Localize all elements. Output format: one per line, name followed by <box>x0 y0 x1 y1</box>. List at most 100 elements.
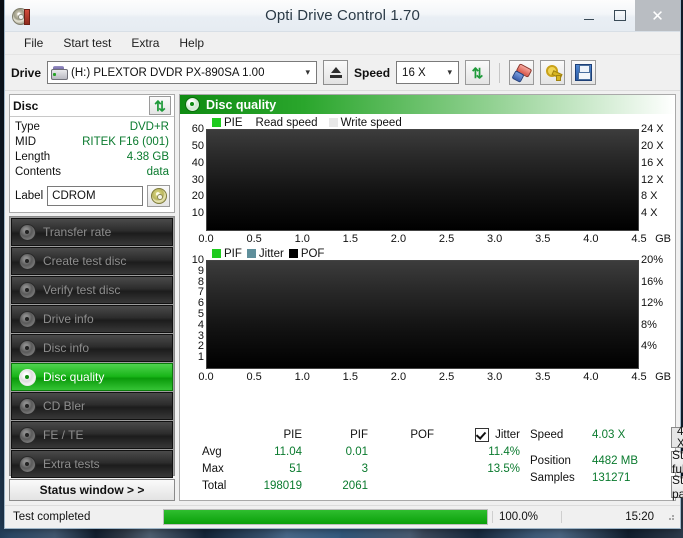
legend-swatch-icon <box>288 249 298 258</box>
disc-row-key: Length <box>15 151 51 163</box>
test-info-samples-label: Samples <box>530 471 575 484</box>
sidebar-item-label: Extra tests <box>43 457 100 471</box>
test-info-speed-label: Speed <box>530 428 564 441</box>
axis-tick-label: 8 <box>197 275 204 288</box>
resize-grip[interactable] <box>666 512 676 522</box>
menu-item-extra[interactable]: Extra <box>122 33 168 53</box>
axis-tick-label: 16% <box>641 275 664 288</box>
menu-item-start-test[interactable]: Start test <box>54 33 120 53</box>
status-message: Test completed <box>13 511 91 523</box>
test-speed-select-value: 4 X <box>677 425 683 450</box>
stats-cell-pie: 11.04 <box>274 445 302 458</box>
test-info-speed-value: 4.03 X <box>592 428 626 441</box>
disc-row-value: RITEK F16 (001) <box>82 136 169 148</box>
legend-label: Jitter <box>258 247 284 260</box>
sidebar-item-verify-test-disc[interactable]: Verify test disc <box>11 276 173 304</box>
axis-tick-label: 1.5 <box>342 371 358 383</box>
axis-tick-label: 3 <box>197 329 204 342</box>
axis-tick-label: 50 <box>191 139 204 152</box>
eraser-icon <box>511 63 533 83</box>
stats-cell-jitter: 11.4% <box>488 445 520 458</box>
test-speed-select[interactable]: 4 X ▾ <box>671 425 683 450</box>
axis-tick-label: 30 <box>191 173 204 186</box>
axis-tick-label: 20% <box>641 254 664 266</box>
disc-row-value: DVD+R <box>129 121 169 133</box>
erase-button[interactable] <box>509 60 535 85</box>
maximize-button[interactable] <box>604 0 635 31</box>
axis-tick-label: 3.0 <box>487 233 503 245</box>
cd-icon <box>150 188 167 204</box>
disc-row-key: MID <box>15 136 37 148</box>
sidebar-item-extra-tests[interactable]: Extra tests <box>11 450 173 478</box>
sidebar-item-label: Drive info <box>43 312 94 326</box>
table-row: Avg 11.04 0.01 11.4% <box>184 443 524 460</box>
drive-select-value: (H:) PLEXTOR DVDR PX-890SA 1.00 <box>71 66 265 79</box>
drive-toolbar: Drive (H:) PLEXTOR DVDR PX-890SA 1.00 ▾ … <box>5 55 680 91</box>
stats-cell-pif: 0.01 <box>345 445 368 458</box>
drive-select[interactable]: (H:) PLEXTOR DVDR PX-890SA 1.00 ▾ <box>47 61 318 84</box>
chart-top-plot <box>206 129 639 231</box>
stats-cell-jitter: 13.5% <box>487 462 520 475</box>
disc-icon <box>19 455 36 473</box>
start-full-button[interactable]: Start full <box>671 448 683 476</box>
legend-item-read-speed: Read speed <box>256 117 318 129</box>
legend-swatch-icon <box>328 118 338 127</box>
disc-label-caption: Label <box>15 190 44 202</box>
stats-row-label: Avg <box>202 445 222 458</box>
disc-refresh-button[interactable]: ⇅ <box>149 96 171 115</box>
sidebar-item-label: Disc quality <box>43 370 105 384</box>
axis-tick-label: 0.5 <box>246 233 262 245</box>
sidebar-item-transfer-rate[interactable]: Transfer rate <box>11 218 173 246</box>
speed-select-value: 16 X <box>402 66 426 79</box>
disc-row-type: Type DVD+R <box>15 120 169 135</box>
disc-quality-icon <box>185 97 200 112</box>
minimize-button[interactable] <box>573 0 604 31</box>
save-icon <box>575 64 593 81</box>
chart-bottom-y-axis: 1 2 3 4 5 6 7 8 9 10 <box>182 254 206 385</box>
eject-button[interactable] <box>323 60 349 85</box>
optical-drive-icon <box>51 65 69 80</box>
disc-label-input[interactable]: CDROM <box>47 186 143 206</box>
key-button[interactable] <box>540 60 566 85</box>
axis-tick-label: 60 <box>191 123 204 135</box>
menu-item-file[interactable]: File <box>15 33 52 53</box>
legend-label: PIE <box>224 116 243 129</box>
disc-row-key: Type <box>15 121 40 133</box>
save-button[interactable] <box>571 60 597 85</box>
menu-item-help[interactable]: Help <box>170 33 213 53</box>
status-window-button[interactable]: Status window > > <box>9 479 175 501</box>
sidebar-item-drive-info[interactable]: Drive info <box>11 305 173 333</box>
sidebar-item-label: Create test disc <box>43 254 127 268</box>
key-icon <box>544 65 563 81</box>
axis-tick-label: 40 <box>191 156 204 169</box>
disc-icon <box>19 426 36 444</box>
chart-top-right-axis: 4 X 8 X 12 X 16 X 20 X 24 X <box>639 123 673 247</box>
start-part-button[interactable]: Start part <box>671 473 683 501</box>
sidebar-item-cd-bler[interactable]: CD Bler <box>11 392 173 420</box>
stats-cell-pif: 3 <box>361 462 368 475</box>
legend-swatch-icon <box>212 118 221 127</box>
test-info-position-label: Position <box>530 454 571 467</box>
axis-tick-label: 4% <box>641 340 657 353</box>
sidebar-item-fe-te[interactable]: FE / TE <box>11 421 173 449</box>
panel-header: Disc quality <box>180 95 675 114</box>
axis-tick-label: 8% <box>641 318 657 331</box>
axis-tick-label: 2.0 <box>390 233 407 245</box>
sidebar-item-disc-quality[interactable]: Disc quality <box>11 363 173 391</box>
jitter-checkbox[interactable] <box>475 427 490 442</box>
disc-label-button[interactable] <box>147 185 170 207</box>
chart-bottom-legend: PIF Jitter POF <box>182 247 673 260</box>
sidebar-item-disc-info[interactable]: Disc info <box>11 334 173 362</box>
sidebar-item-create-test-disc[interactable]: Create test disc <box>11 247 173 275</box>
speed-select[interactable]: 16 X ▾ <box>396 61 460 84</box>
stats-cell-pie: 51 <box>289 462 302 475</box>
toolbar-separator <box>499 62 501 83</box>
axis-tick-label: 3.5 <box>535 371 551 383</box>
refresh-icon: ⇅ <box>154 97 166 114</box>
axis-tick-label: 20 X <box>641 139 664 152</box>
close-button[interactable]: ✕ <box>635 0 680 31</box>
refresh-button[interactable]: ⇅ <box>465 60 491 85</box>
axis-tick-label: 16 X <box>641 156 664 169</box>
test-info-position: Position 4482 MB <box>530 452 665 469</box>
title-bar: Opti Drive Control 1.70 ✕ <box>5 0 680 32</box>
